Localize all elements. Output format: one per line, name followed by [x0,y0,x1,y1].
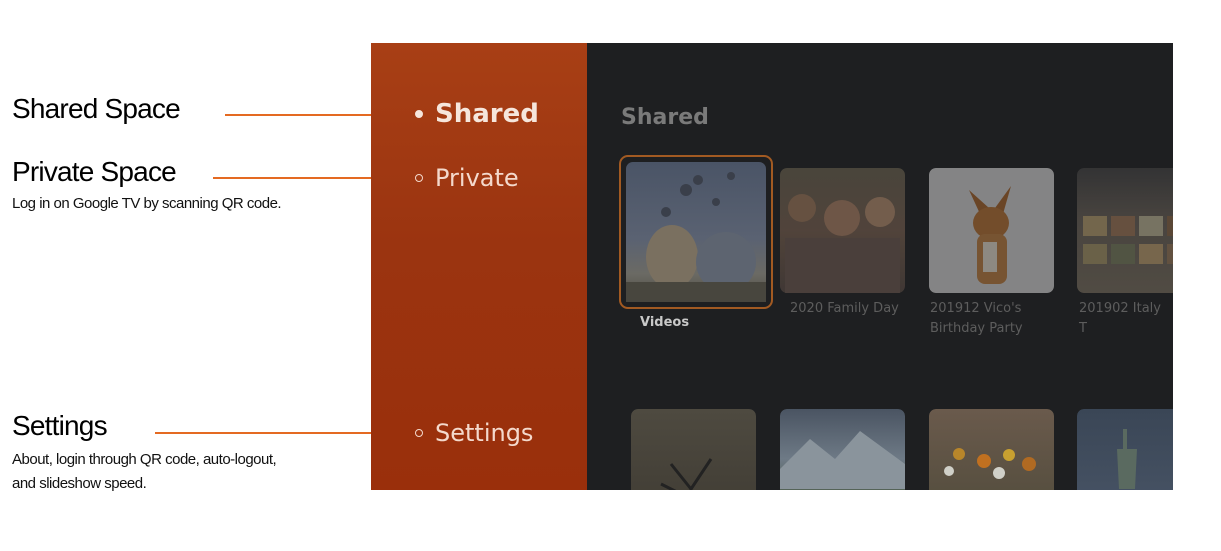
album-card-row2-3[interactable] [929,409,1054,490]
ring-dot-icon [415,429,423,437]
arrow-to-settings [155,426,399,440]
album-card-row2-2[interactable] [780,409,905,490]
mountain-photo-icon [780,409,905,490]
album-label: 201912 Vico's Birthday Party [930,299,1023,339]
sidebar: Shared Private Settings [371,43,587,490]
ring-dot-icon [415,174,423,182]
sidebar-item-label: Shared [435,99,539,129]
flowers-photo-icon [929,409,1054,490]
album-card-birthday[interactable] [929,168,1054,293]
annotation-settings-desc: About, login through QR code, auto-logou… [12,448,277,496]
sidebar-item-label: Settings [435,419,534,447]
annotation-settings-desc-line2: and slideshow speed. [12,475,147,492]
album-card-videos[interactable] [619,155,773,309]
gelato-photo-icon [1077,168,1173,293]
album-card-italy[interactable] [1077,168,1173,293]
dog-photo-icon [929,168,1054,293]
page-title: Shared [621,105,709,130]
arrow-to-private [213,171,399,185]
sidebar-item-shared[interactable]: Shared [415,99,539,129]
album-card-row2-4[interactable] [1077,409,1173,490]
annotation-settings-desc-line1: About, login through QR code, auto-logou… [12,451,277,468]
album-card-family-day[interactable] [780,168,905,293]
arrow-to-shared [225,108,399,122]
sidebar-item-label: Private [435,164,519,192]
statue-of-liberty-photo-icon [1077,409,1173,490]
sidebar-item-private[interactable]: Private [415,164,519,192]
sidebar-item-settings[interactable]: Settings [415,419,533,447]
hot-air-balloons-photo-icon [626,162,766,302]
annotation-private-desc: Log in on Google TV by scanning QR code. [12,195,282,212]
annotation-shared-title: Shared Space [12,93,181,124]
album-label: 2020 Family Day [790,301,899,316]
album-label-line2: Birthday Party [930,321,1023,336]
album-label: Videos [640,315,690,330]
tv-screen: Shared Private Settings Shared Videos 20… [371,43,1173,490]
annotation-private-title: Private Space [12,156,177,187]
annotation-settings-title: Settings [12,410,108,441]
active-dot-icon [415,110,423,118]
album-label-line1: 201912 Vico's [930,301,1022,316]
tree-silhouette-photo-icon [631,409,756,490]
album-card-row2-1[interactable] [631,409,756,490]
album-label: 201902 Italy T [1079,301,1161,336]
family-photo-icon [780,168,905,293]
